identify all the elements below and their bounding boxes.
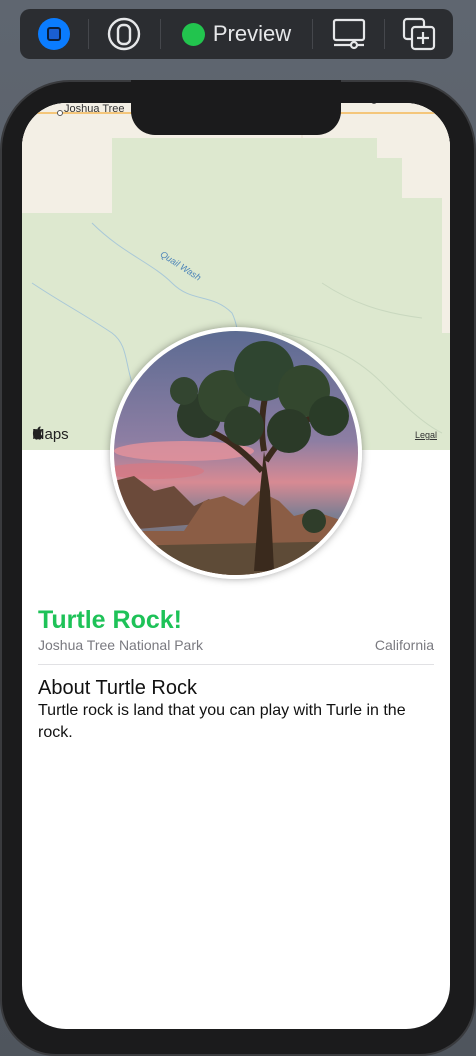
duplicate-icon <box>403 17 436 51</box>
map-town-label: Joshua Tree <box>64 103 125 115</box>
device-settings-button[interactable] <box>313 9 385 59</box>
about-text: Turtle rock is land that you can play wi… <box>38 702 406 741</box>
stop-icon <box>37 18 70 50</box>
selectable-mode-button[interactable] <box>89 9 161 59</box>
apple-logo-icon <box>32 426 43 440</box>
select-cursor-icon <box>108 17 141 51</box>
apple-maps-logo: Maps <box>32 426 69 443</box>
landmark-location-row: Joshua Tree National Park California <box>38 637 434 653</box>
landmark-details: Turtle Rock! Joshua Tree National Park C… <box>38 605 434 744</box>
landmark-photo <box>110 327 362 579</box>
about-heading: About Turtle Rock <box>38 677 197 699</box>
preview-button[interactable]: Preview <box>161 9 312 59</box>
device-notch <box>131 80 341 135</box>
park-name: Joshua Tree National Park <box>38 637 203 653</box>
section-divider <box>38 664 434 665</box>
live-preview-button[interactable] <box>20 9 88 59</box>
device-settings-icon <box>332 18 365 50</box>
legal-link[interactable]: Legal <box>415 430 437 440</box>
device-screen: Joshua Tree Quail Wash Maps Legal Turtle… <box>22 103 450 1029</box>
preview-label: Preview <box>212 21 292 46</box>
state-name: California <box>374 637 434 653</box>
joshua-tree-image <box>114 331 358 575</box>
preview-status-dot-icon <box>181 22 205 46</box>
canvas-toolbar: Preview <box>20 9 453 59</box>
duplicate-preview-button[interactable] <box>385 9 453 59</box>
landmark-title: Turtle Rock! <box>38 606 182 634</box>
